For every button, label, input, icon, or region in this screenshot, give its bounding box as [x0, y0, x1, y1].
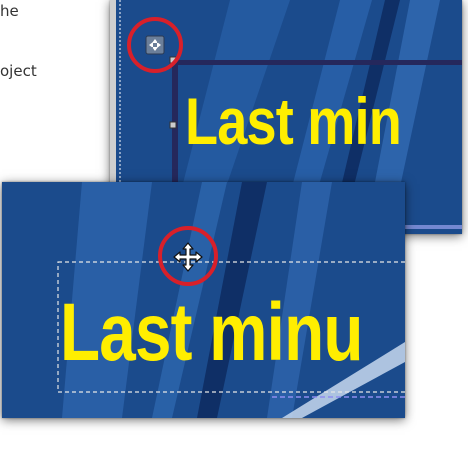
top-highlight-circle	[127, 17, 183, 73]
instruction-text-line2: oject	[0, 62, 37, 80]
bottom-screenshot: Last minu	[2, 182, 405, 418]
instruction-text-line1: he	[0, 2, 19, 20]
bottom-highlight-circle	[158, 226, 218, 286]
top-headline-text: Last min	[185, 84, 402, 158]
bottom-headline-text: Last minu	[60, 287, 363, 378]
